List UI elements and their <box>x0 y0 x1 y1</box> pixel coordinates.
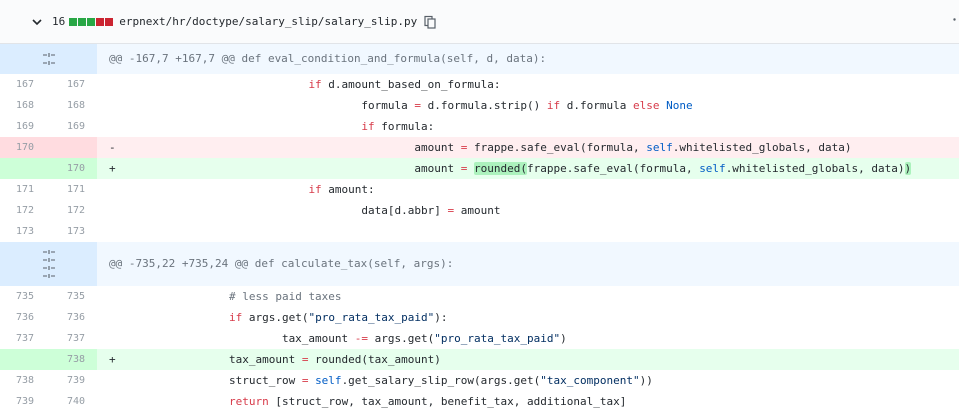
old-line-number[interactable] <box>0 349 46 370</box>
old-line-number[interactable] <box>0 158 46 179</box>
old-line-number[interactable]: 170 <box>0 137 46 158</box>
old-line-number[interactable]: 737 <box>0 328 46 349</box>
expand-icon <box>42 53 55 65</box>
new-line-number[interactable]: 172 <box>46 200 97 221</box>
diff-marker: + <box>109 162 116 175</box>
kebab-icon[interactable] <box>953 18 959 21</box>
new-line-number[interactable]: 167 <box>46 74 97 95</box>
hunk-header: @@ -735,22 +735,24 @@ def calculate_tax(… <box>0 242 959 286</box>
diff-line: 737 737 tax_amount -= args.get("pro_rata… <box>0 328 959 349</box>
code-text: tax_amount -= args.get("pro_rata_tax_pai… <box>123 332 567 345</box>
code-text: data[d.abbr] = amount <box>123 204 501 217</box>
old-line-number[interactable]: 738 <box>0 370 46 391</box>
code-text: if amount: <box>308 183 375 196</box>
code-text: if args.get("pro_rata_tax_paid"): <box>228 311 448 324</box>
diff-line: 735 735 # less paid taxes <box>0 286 959 307</box>
diff-marker: + <box>109 353 116 366</box>
new-line-number[interactable]: 738 <box>46 349 97 370</box>
expand-up-icon <box>42 250 55 262</box>
new-line-number[interactable]: 169 <box>46 116 97 137</box>
new-line-number[interactable]: 740 <box>46 391 97 412</box>
code-text: tax_amount = rounded(tax_amount) <box>123 353 441 366</box>
diff-line: 167 167 if d.amount_based_on_formula: <box>0 74 959 95</box>
hunk-header-text: @@ -167,7 +167,7 @@ def eval_condition_a… <box>109 52 547 65</box>
old-line-number[interactable]: 739 <box>0 391 46 412</box>
new-line-number[interactable]: 171 <box>46 179 97 200</box>
diffstat <box>69 17 114 26</box>
new-line-number[interactable]: 736 <box>46 307 97 328</box>
added-line: 738 + tax_amount = rounded(tax_amount) <box>0 349 959 370</box>
old-line-number[interactable]: 735 <box>0 286 46 307</box>
diff-line: 739 740 return [struct_row, tax_amount, … <box>0 391 959 412</box>
diff-line: 173 173 <box>0 221 959 242</box>
code-text: if formula: <box>361 120 435 133</box>
old-line-number[interactable]: 169 <box>0 116 46 137</box>
copy-icon[interactable] <box>423 15 437 29</box>
old-line-number[interactable]: 168 <box>0 95 46 116</box>
hunk-header-text: @@ -735,22 +735,24 @@ def calculate_tax(… <box>109 257 454 270</box>
diff-line: 168 168 formula = d.formula.strip() if d… <box>0 95 959 116</box>
old-line-number[interactable]: 167 <box>0 74 46 95</box>
diff-line: 169 169 if formula: <box>0 116 959 137</box>
new-line-number[interactable] <box>46 137 97 158</box>
file-path[interactable]: erpnext/hr/doctype/salary_slip/salary_sl… <box>119 15 417 28</box>
diff-marker: - <box>109 141 116 154</box>
old-line-number[interactable]: 171 <box>0 179 46 200</box>
code-text: return [struct_row, tax_amount, benefit_… <box>228 395 627 408</box>
code-text: amount = frappe.safe_eval(formula, self.… <box>123 141 852 154</box>
expand-button[interactable] <box>0 44 97 74</box>
new-line-number[interactable]: 735 <box>46 286 97 307</box>
code-text: amount = rounded(frappe.safe_eval(formul… <box>123 162 912 175</box>
new-line-number[interactable]: 737 <box>46 328 97 349</box>
old-line-number[interactable]: 172 <box>0 200 46 221</box>
change-count: 16 <box>52 15 66 28</box>
new-line-number[interactable]: 173 <box>46 221 97 242</box>
old-line-number[interactable]: 173 <box>0 221 46 242</box>
new-line-number[interactable]: 168 <box>46 95 97 116</box>
expand-down-icon <box>42 266 55 278</box>
code-text: # less paid taxes <box>228 290 342 303</box>
added-line: 170 + amount = rounded(frappe.safe_eval(… <box>0 158 959 179</box>
diff-line: 738 739 struct_row = self.get_salary_sli… <box>0 370 959 391</box>
code-text: struct_row = self.get_salary_slip_row(ar… <box>123 374 653 387</box>
code-text: if d.amount_based_on_formula: <box>308 78 501 91</box>
expand-button[interactable] <box>0 242 97 286</box>
hunk-header: @@ -167,7 +167,7 @@ def eval_condition_a… <box>0 44 959 74</box>
deleted-line: 170 - amount = frappe.safe_eval(formula,… <box>0 137 959 158</box>
old-line-number[interactable]: 736 <box>0 307 46 328</box>
diff-line: 171 171 if amount: <box>0 179 959 200</box>
file-header: 16 erpnext/hr/doctype/salary_slip/salary… <box>0 0 959 44</box>
chevron-down-icon[interactable] <box>30 15 44 29</box>
code-text: formula = d.formula.strip() if d.formula… <box>123 99 693 112</box>
new-line-number[interactable]: 739 <box>46 370 97 391</box>
diff-line: 736 736 if args.get("pro_rata_tax_paid")… <box>0 307 959 328</box>
diff-line: 172 172 data[d.abbr] = amount <box>0 200 959 221</box>
new-line-number[interactable]: 170 <box>46 158 97 179</box>
